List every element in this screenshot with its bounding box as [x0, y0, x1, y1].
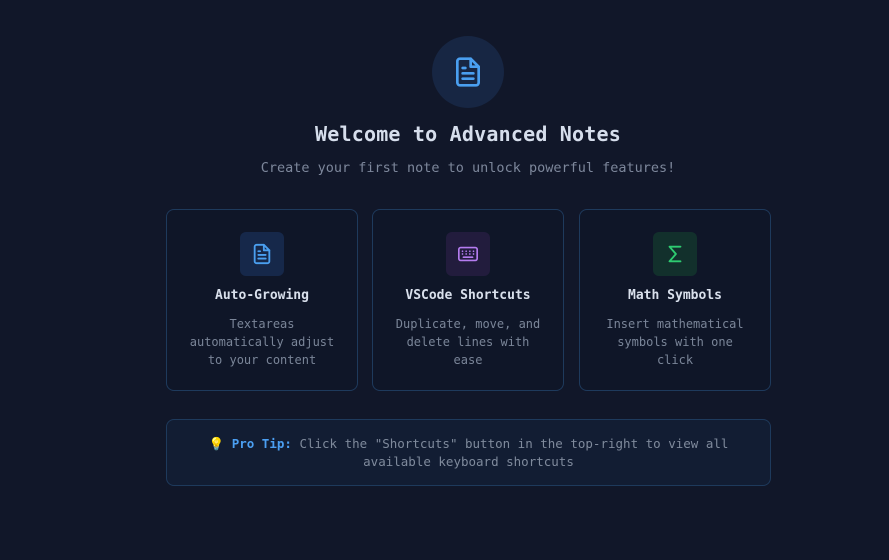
- welcome-screen: Welcome to Advanced Notes Create your fi…: [0, 0, 889, 560]
- feature-card-math-symbols: Math Symbols Insert mathematical symbols…: [579, 209, 771, 391]
- pro-tip-banner: 💡 Pro Tip: Click the "Shortcuts" button …: [166, 419, 771, 486]
- document-icon: [432, 36, 504, 108]
- sigma-icon: [653, 232, 697, 276]
- keyboard-icon: [446, 232, 490, 276]
- feature-description: Duplicate, move, and delete lines with e…: [395, 317, 541, 367]
- welcome-subtitle: Create your first note to unlock powerfu…: [260, 160, 676, 176]
- feature-description: Textareas automatically adjust to your c…: [189, 317, 335, 367]
- feature-card-auto-growing: Auto-Growing Textareas automatically adj…: [166, 209, 358, 391]
- pro-tip-label: Pro Tip:: [231, 436, 292, 451]
- feature-title: Math Symbols: [628, 288, 722, 303]
- welcome-title: Welcome to Advanced Notes: [314, 122, 622, 146]
- feature-description: Insert mathematical symbols with one cli…: [606, 317, 744, 367]
- document-icon: [240, 232, 284, 276]
- feature-card-vscode-shortcuts: VSCode Shortcuts Duplicate, move, and de…: [372, 209, 564, 391]
- feature-title: VSCode Shortcuts: [405, 288, 531, 303]
- feature-title: Auto-Growing: [215, 288, 309, 303]
- lightbulb-icon: 💡: [208, 436, 225, 451]
- pro-tip-text: Click the "Shortcuts" button in the top-…: [299, 436, 729, 469]
